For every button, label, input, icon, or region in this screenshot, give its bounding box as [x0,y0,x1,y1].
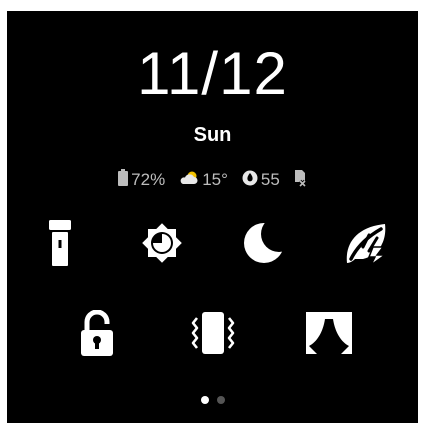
status-bar: 72% 15° 55 [7,169,418,191]
page-dot-1[interactable] [200,396,209,404]
quick-settings-row-2 [7,307,418,363]
page-indicator [7,396,418,404]
air-quality-value: 55 [260,170,280,189]
weekday-label: Sun [193,124,232,146]
watch-screen: 11/12 Sun 72% 15° 55 [7,11,418,423]
leaf-drop-icon [242,170,261,191]
vibration-toggle[interactable] [185,307,241,363]
vibrate-icon [187,310,239,361]
partly-cloudy-icon [179,170,202,190]
sim-status [294,169,307,192]
battery-status: 72% [118,169,165,191]
leaf-bolt-icon [343,221,389,270]
temperature: 15° [202,170,228,189]
unlock-icon [79,309,115,361]
page-dot-2[interactable] [216,396,225,404]
moon-icon [240,215,297,272]
flashlight-icon [48,219,71,271]
battery-icon [118,169,131,191]
brightness-control[interactable] [134,217,190,273]
brightness-icon [137,218,187,273]
quick-settings-row-1 [7,215,418,273]
weather-status: 15° [179,170,228,190]
flashlight-toggle[interactable] [32,217,88,273]
date-display: 11/12 [137,40,288,107]
air-quality-status: 55 [242,170,280,191]
battery-level: 72% [131,170,166,189]
theater-mode-toggle[interactable] [301,307,357,363]
no-sim-icon [294,169,307,192]
power-saving-toggle[interactable] [338,217,394,273]
screen-lock-toggle[interactable] [69,307,125,363]
theater-curtain-icon [305,311,352,359]
do-not-disturb-toggle[interactable] [236,215,297,273]
